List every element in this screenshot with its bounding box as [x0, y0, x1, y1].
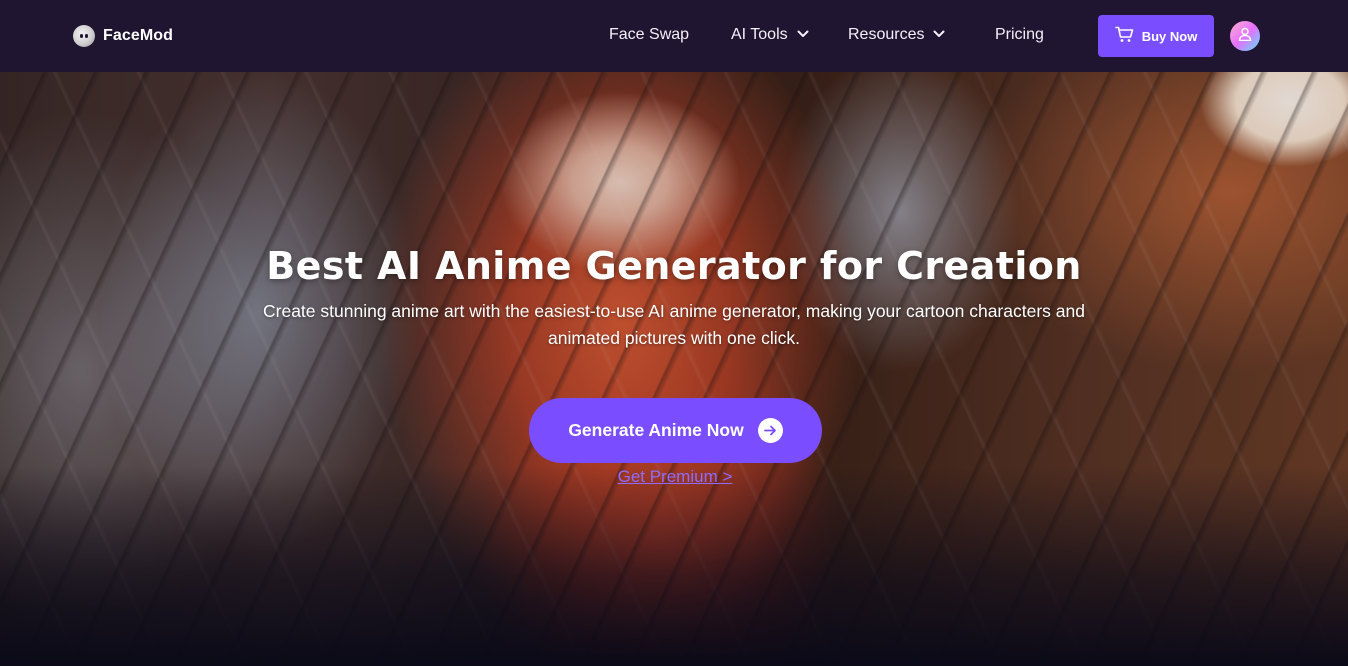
- nav-item-face-swap[interactable]: Face Swap: [609, 26, 689, 44]
- hero-section: Best AI Anime Generator for Creation Cre…: [0, 72, 1348, 666]
- user-avatar[interactable]: [1230, 21, 1260, 51]
- generate-anime-now-button[interactable]: Generate Anime Now: [529, 398, 822, 463]
- get-premium-link[interactable]: Get Premium >: [0, 467, 1348, 487]
- nav-item-label: AI Tools: [731, 26, 788, 43]
- nav-item-label: Resources: [848, 26, 925, 43]
- facemod-logo[interactable]: FaceMod: [73, 25, 173, 47]
- nav-item-label: Pricing: [995, 26, 1044, 43]
- top-navigation-bar: FaceMod Face Swap AI Tools Resources Pri…: [0, 0, 1348, 72]
- nav-item-ai-tools[interactable]: AI Tools: [731, 26, 809, 44]
- cart-icon: [1114, 26, 1134, 46]
- cta-label: Generate Anime Now: [568, 420, 744, 440]
- buy-now-label: Buy Now: [1141, 28, 1198, 44]
- buy-now-button[interactable]: Buy Now: [1098, 15, 1214, 57]
- brand-name: FaceMod: [103, 27, 174, 44]
- hero-bottom-fade: [0, 466, 1348, 666]
- chevron-down-icon: [797, 30, 809, 40]
- facemod-logo-icon: [73, 25, 95, 47]
- chevron-down-icon: [933, 30, 945, 40]
- arrow-right-icon: [757, 418, 783, 443]
- nav-item-resources[interactable]: Resources: [848, 26, 945, 44]
- hero-subtitle: Create stunning anime art with the easie…: [263, 301, 1085, 348]
- nav-item-pricing[interactable]: Pricing: [995, 26, 1044, 44]
- user-icon: [1238, 27, 1252, 46]
- nav-item-label: Face Swap: [609, 26, 690, 43]
- hero-title: Best AI Anime Generator for Creation: [266, 244, 1082, 288]
